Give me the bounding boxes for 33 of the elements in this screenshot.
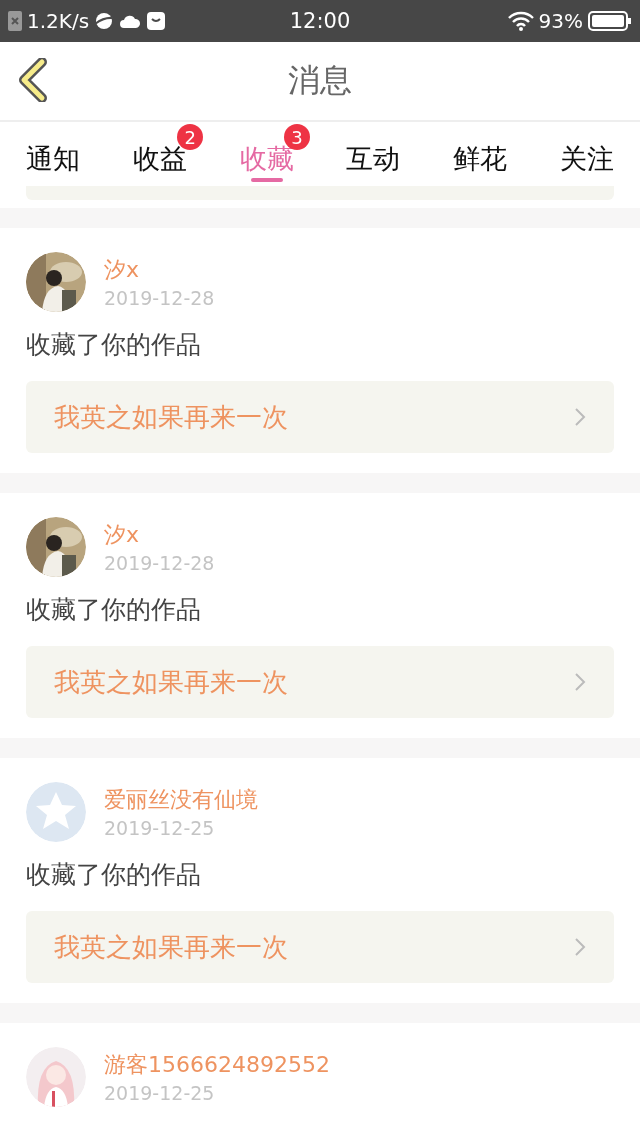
wifi-icon	[507, 11, 534, 31]
tab[interactable]: 互动	[320, 122, 427, 186]
chevron-right-icon	[574, 672, 586, 692]
battery-icon	[588, 11, 632, 31]
tab[interactable]: 通知	[0, 122, 107, 186]
page-title: 消息	[288, 60, 352, 101]
user-name[interactable]: 游客1566624892552	[104, 1050, 330, 1080]
cloud-icon	[119, 13, 142, 29]
clock: 12:00	[289, 9, 351, 33]
message-text: 收藏了你的作品	[26, 594, 202, 626]
chevron-right-icon	[574, 937, 586, 957]
message-date: 2019-12-28	[104, 287, 215, 309]
tab[interactable]: 收藏 3	[213, 122, 320, 186]
message-date: 2019-12-25	[104, 817, 216, 839]
work-link[interactable]: 我英之如果再来一次	[26, 381, 614, 453]
user-name[interactable]: 汐x	[104, 520, 215, 550]
user-name[interactable]: 爱丽丝没有仙境	[104, 785, 258, 815]
work-link[interactable]: 我英之如果再来一次	[26, 911, 614, 983]
user-name[interactable]: 汐x	[104, 255, 215, 285]
tab[interactable]: 鲜花	[426, 122, 534, 186]
network-speed: 1.2K/s	[27, 9, 90, 33]
chevron-right-icon	[574, 407, 586, 427]
message-text: 收藏了你的作品	[26, 859, 202, 891]
battery-percent: 93%	[538, 9, 583, 33]
message-text: 收藏了你的作品	[26, 329, 202, 361]
planet-icon	[94, 11, 115, 31]
tab[interactable]: 关注	[533, 122, 640, 186]
sim-icon	[8, 11, 22, 31]
message-date: 2019-12-28	[104, 552, 215, 574]
bag-icon	[146, 11, 167, 31]
back-button[interactable]	[16, 58, 50, 102]
work-link[interactable]: 我英之如果再来一次	[26, 646, 614, 718]
message-date: 2019-12-25	[104, 1082, 216, 1104]
